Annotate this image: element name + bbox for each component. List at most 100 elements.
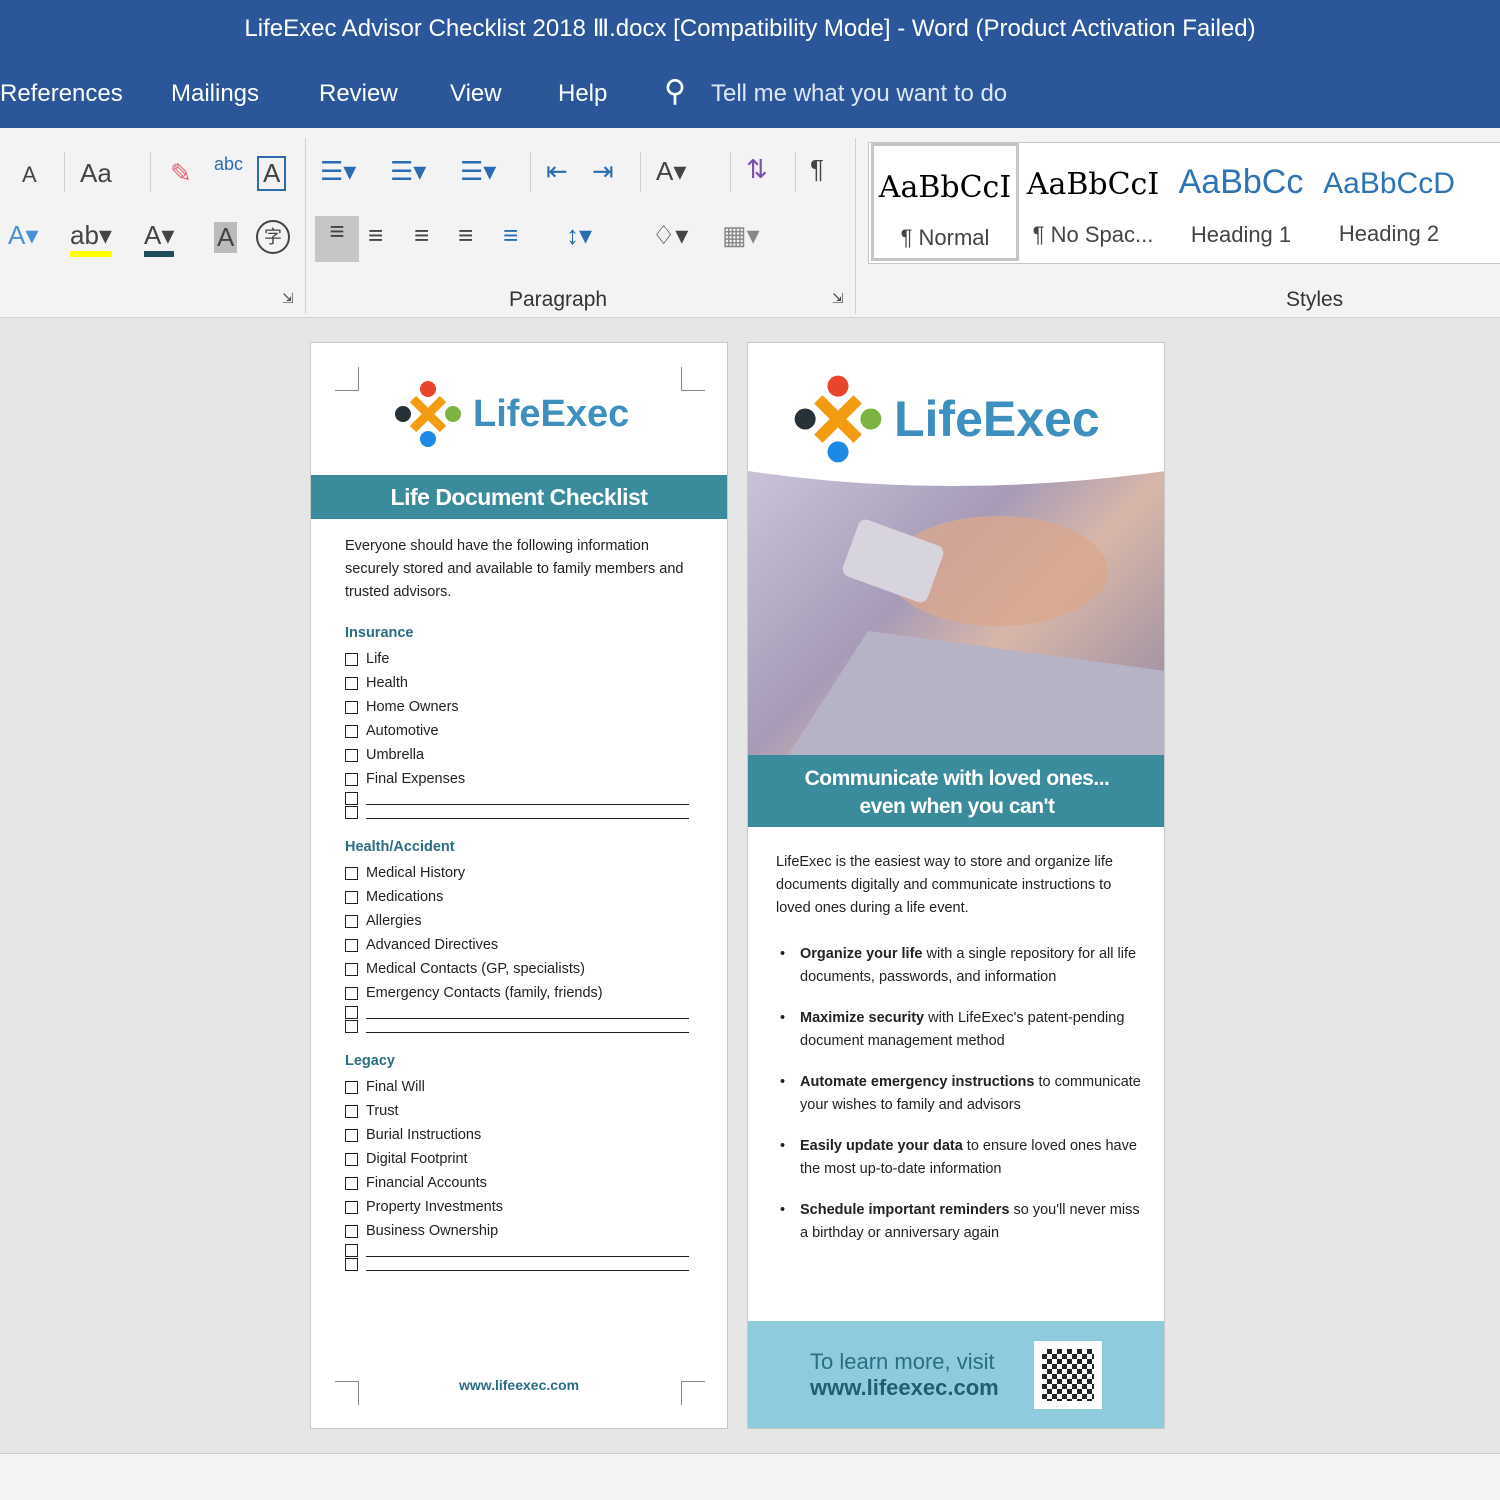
font-dialog-launcher-icon[interactable]: ⇲ xyxy=(282,290,294,307)
checklist-blank-item xyxy=(345,1243,725,1257)
align-center-button[interactable]: ≡ xyxy=(368,220,383,251)
style-heading-2[interactable]: AaBbCcD Heading 2 xyxy=(1315,143,1463,261)
bullets-icon[interactable]: ☰▾ xyxy=(320,156,356,187)
search-icon[interactable]: ⚲ xyxy=(664,74,686,109)
justify-button[interactable]: ≡ xyxy=(458,220,473,251)
checklist-item-label: Home Owners xyxy=(366,699,459,715)
feature-title: Maximize security xyxy=(800,1010,925,1026)
checkbox[interactable] xyxy=(345,805,358,819)
checkbox[interactable] xyxy=(345,724,358,738)
style-no-spacing[interactable]: AaBbCcI ¶ No Spac... xyxy=(1019,143,1167,261)
qr-code-icon xyxy=(1034,1341,1102,1409)
checkbox[interactable] xyxy=(345,772,358,786)
checklist-item-label: Property Investments xyxy=(366,1199,503,1215)
sort-icon[interactable]: ⇅ xyxy=(746,154,768,185)
checkbox[interactable] xyxy=(345,1128,358,1142)
align-left-button[interactable]: ≡ xyxy=(315,216,359,262)
logo-text: LifeExec xyxy=(473,392,630,435)
hero-image-hands-phone-laptop xyxy=(748,466,1164,755)
checkbox[interactable] xyxy=(345,1152,358,1166)
tagline-line-1: Communicate with loved ones... xyxy=(804,767,1110,790)
phonetic-guide-icon[interactable]: abc xyxy=(214,154,243,175)
checkbox[interactable] xyxy=(345,652,358,666)
style-name: Heading 1 xyxy=(1190,222,1292,247)
checklist-item-label: Financial Accounts xyxy=(366,1175,487,1191)
checklist-item: Trust xyxy=(345,1099,725,1123)
checkbox[interactable] xyxy=(345,1200,358,1214)
text-effects-icon[interactable]: A▾ xyxy=(8,220,38,251)
shrink-font-icon[interactable]: A xyxy=(22,162,37,188)
checkbox[interactable] xyxy=(345,986,358,1000)
tab-references[interactable]: References xyxy=(0,80,123,108)
checkbox[interactable] xyxy=(345,890,358,904)
checklist-item-label: Health xyxy=(366,675,408,691)
decrease-indent-icon[interactable]: ⇤ xyxy=(546,156,568,187)
tab-help[interactable]: Help xyxy=(558,80,607,108)
distributed-button[interactable]: ≡ xyxy=(503,220,518,251)
checklist-section: Health/Accident Medical History Medication… xyxy=(345,839,725,1033)
multilevel-list-icon[interactable]: ☰▾ xyxy=(460,156,496,187)
style-heading-1[interactable]: AaBbCc Heading 1 xyxy=(1167,143,1315,261)
checkbox[interactable] xyxy=(345,1257,358,1271)
font-color-icon[interactable]: A▾ xyxy=(144,220,175,257)
style-normal[interactable]: AaBbCcI ¶ Normal xyxy=(871,143,1019,261)
tell-me-input[interactable]: Tell me what you want to do xyxy=(711,80,1007,108)
change-case-button[interactable]: Aa xyxy=(80,158,112,189)
shading-icon[interactable]: ♢▾ xyxy=(652,220,688,251)
checkbox[interactable] xyxy=(345,676,358,690)
blank-line xyxy=(366,1257,689,1271)
checkbox[interactable] xyxy=(345,938,358,952)
increase-indent-icon[interactable]: ⇥ xyxy=(592,156,614,187)
tab-mailings[interactable]: Mailings xyxy=(171,80,259,108)
checkbox[interactable] xyxy=(345,791,358,805)
checkbox[interactable] xyxy=(345,914,358,928)
checkbox[interactable] xyxy=(345,1176,358,1190)
character-shading-icon[interactable]: A xyxy=(214,222,238,253)
checkbox[interactable] xyxy=(345,1019,358,1033)
checklist-item-label: Medical History xyxy=(366,865,466,881)
checkbox[interactable] xyxy=(345,866,358,880)
paragraph-dialog-launcher-icon[interactable]: ⇲ xyxy=(832,290,844,307)
feature-bullet: Automate emergency instructions to commu… xyxy=(776,1071,1146,1117)
styles-group-label: Styles xyxy=(1286,288,1344,311)
borders-icon[interactable]: ▦▾ xyxy=(722,220,760,251)
line-spacing-icon[interactable]: ↕▾ xyxy=(566,220,592,251)
hero-illustration xyxy=(748,466,1164,755)
text-direction-icon[interactable]: A▾ xyxy=(656,156,686,187)
feature-bullet: Maximize security with LifeExec's patent… xyxy=(776,1007,1146,1053)
checklist-item-label: Final Expenses xyxy=(366,771,466,787)
checkbox[interactable] xyxy=(345,748,358,762)
style-preview: AaBbCcD xyxy=(1323,167,1455,200)
show-formatting-icon[interactable]: ¶ xyxy=(810,154,824,185)
tab-review[interactable]: Review xyxy=(319,80,398,108)
document-page-checklist[interactable]: LifeExec Life Document Checklist Everyon… xyxy=(310,342,728,1429)
checklist-item-label: Burial Instructions xyxy=(366,1127,482,1143)
document-page-brochure[interactable]: LifeExec Communicate with loved ones... … xyxy=(747,342,1165,1429)
align-right-button[interactable]: ≡ xyxy=(414,220,429,251)
checklist-item: Digital Footprint xyxy=(345,1147,725,1171)
checkbox[interactable] xyxy=(345,1224,358,1238)
feature-bullets: Organize your life with a single reposit… xyxy=(776,943,1146,1263)
checkbox[interactable] xyxy=(345,1104,358,1118)
footer-url[interactable]: www.lifeexec.com xyxy=(311,1377,727,1393)
tab-view[interactable]: View xyxy=(450,80,502,108)
numbering-icon[interactable]: ☰▾ xyxy=(390,156,426,187)
checkbox[interactable] xyxy=(345,1080,358,1094)
checkbox[interactable] xyxy=(345,700,358,714)
checklist-item: Financial Accounts xyxy=(345,1171,725,1195)
feature-title: Easily update your data xyxy=(800,1138,963,1154)
style-name: Heading 2 xyxy=(1338,221,1440,246)
paragraph-group-label: Paragraph xyxy=(509,288,608,311)
cta-url[interactable]: www.lifeexec.com xyxy=(810,1375,999,1401)
blank-line xyxy=(366,791,689,805)
checklist-item-label: Advanced Directives xyxy=(366,937,499,953)
checkbox[interactable] xyxy=(345,962,358,976)
checkbox[interactable] xyxy=(345,1243,358,1257)
highlight-icon[interactable]: ab▾ xyxy=(70,220,112,257)
checklist-item: Medical History xyxy=(345,861,725,885)
character-border-icon[interactable]: A xyxy=(257,156,287,191)
enclose-characters-icon[interactable]: 字 xyxy=(256,220,290,254)
checklist-item-label: Automotive xyxy=(366,723,439,739)
clear-formatting-icon[interactable]: ✎ xyxy=(170,158,192,189)
checkbox[interactable] xyxy=(345,1005,358,1019)
